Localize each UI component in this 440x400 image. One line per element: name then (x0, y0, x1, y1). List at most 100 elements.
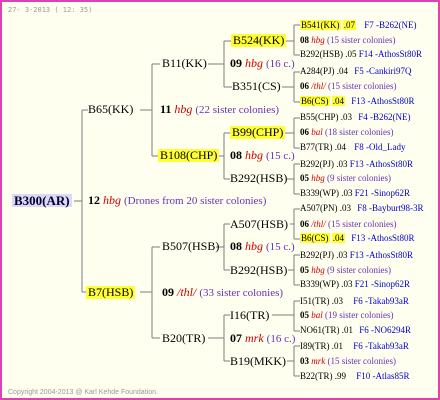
ancestor-number: .01 (331, 341, 343, 351)
ancestor-info: F21 -Sinop62R (354, 279, 411, 289)
mating-line: 06 /thl/ (15 sister colonies) (300, 218, 397, 231)
b507-mating: 08 hbg (15 c.) (230, 240, 295, 254)
sire-side-mating: 11 hbg (22 sister colonies) (160, 103, 279, 117)
ancestor-info: F5 -Cankiri97Q (354, 66, 412, 76)
mating-number: 08 (230, 239, 242, 253)
mating-line: 06 bal (18 sister colonies) (300, 126, 394, 139)
ancestor-number: .03 (340, 112, 353, 122)
b292-queen[interactable]: B292(HSB) (230, 264, 287, 277)
ancestor-name[interactable]: I51(TR) (300, 296, 330, 306)
mating-type: hbg (245, 239, 263, 253)
mating-type: bal (311, 127, 323, 137)
b11-queen[interactable]: B11(KK) (162, 57, 207, 70)
ancestor-number: .04 (331, 233, 346, 243)
mating-type: hbg (311, 265, 325, 275)
ancestor-info: F7 -B262(NE) (364, 20, 417, 30)
ancestor-line: B6(CS) .04 F13 -AthosSt80R (300, 232, 415, 245)
generated-date: 27- 3-2013 ( 12: 35) (8, 6, 93, 14)
ancestor-name[interactable]: B22(TR) (300, 371, 333, 381)
ancestor-number: .03 (336, 159, 348, 169)
mating-type: hbg (245, 148, 263, 162)
mating-line: 05 bal (19 sister colonies) (300, 309, 394, 322)
ancestor-line: B292(PJ) .03 F13 -AthosSt80R (300, 158, 413, 171)
ancestor-name[interactable]: B339(WP) (300, 279, 339, 289)
b20-mating: 07 mrk (16 c.) (230, 332, 295, 346)
ancestor-line: B292(PJ) .03 F13 -AthosSt80R (300, 249, 413, 262)
ancestor-name[interactable]: NO61(TR) (300, 325, 340, 335)
dam-queen[interactable]: B7(HSB) (86, 286, 136, 299)
b108-mating: 08 hbg (15 c.) (230, 149, 295, 163)
ancestor-name[interactable]: B292(HSB) (300, 49, 343, 59)
mating-note: (19 sister colonies) (325, 310, 394, 320)
ancestor-line: A507(PN) .03 F8 -Bayburt98-3R (300, 202, 424, 215)
mating-type: hbg (174, 102, 193, 116)
mating-type: /thl/ (311, 81, 326, 91)
dam-side-mating: 09 /thl/ (33 sister colonies) (162, 286, 283, 300)
mating-number: 05 (300, 265, 309, 275)
mating-type: /thl/ (311, 219, 326, 229)
ancestor-line: I89(TR) .01 F6 -Takab93aR (300, 340, 409, 353)
ancestor-line: B541(KK) .07 F7 -B262(NE) (300, 19, 417, 32)
mating-number: 06 (300, 219, 309, 229)
b351-queen[interactable]: B351(CS) (232, 80, 281, 93)
b524-queen[interactable]: B524(KK) (231, 34, 287, 47)
mating-number: 06 (300, 127, 309, 137)
ancestor-name[interactable]: B339(WP) (300, 188, 339, 198)
b99-queen[interactable]: B99(CHP) (230, 126, 286, 139)
mating-note: (15 sister colonies) (327, 35, 396, 45)
root-mating: 12 hbg (Drones from 20 sister colonies) (88, 194, 266, 208)
ancestor-info: F13 -AthosSt80R (349, 250, 414, 260)
ancestor-name[interactable]: I89(TR) (300, 341, 330, 351)
ancestor-info: F8 -Bayburt98-3R (357, 203, 424, 213)
b11-mating: 09 hbg (16 c.) (230, 57, 295, 71)
ancestor-line: B22(TR) .99 F10 -Atlas85R (300, 370, 410, 383)
ancestor-number: .99 (334, 371, 346, 381)
mating-line: 05 hbg (9 sister colonies) (300, 172, 391, 185)
ancestor-line: B339(WP) .03 F21 -Sinop62R (300, 187, 410, 200)
ancestor-name[interactable]: B292(PJ) (300, 159, 334, 169)
ancestor-number: .03 (341, 188, 353, 198)
mating-type: hbg (311, 35, 325, 45)
mating-number: 11 (160, 102, 172, 116)
mating-number: 05 (300, 173, 309, 183)
ancestor-name[interactable]: B6(CS) (300, 233, 330, 243)
ancestor-line: B339(WP) .03 F21 -Sinop62R (300, 278, 410, 291)
mating-note: (15 sister colonies) (327, 356, 396, 366)
mating-number: 12 (88, 193, 100, 207)
ancestor-number: .01 (341, 325, 353, 335)
mating-note: (9 sister colonies) (327, 173, 391, 183)
mating-number: 08 (230, 148, 242, 162)
mating-note: (16 c.) (266, 58, 295, 70)
ancestor-name[interactable]: B541(KK) (300, 20, 341, 30)
mating-type: mrk (245, 331, 264, 345)
mating-number: 06 (300, 81, 309, 91)
mating-type: hbg (245, 56, 263, 70)
mating-line: 03 mrk (15 sister colonies) (300, 355, 396, 368)
b507-queen[interactable]: B507(HSB) (162, 240, 219, 253)
i16-queen[interactable]: I16(TR) (230, 309, 269, 322)
root-queen[interactable]: B300(AR) (12, 194, 72, 207)
a507-queen[interactable]: A507(HSB) (230, 218, 288, 231)
ancestor-number: .03 (336, 250, 348, 260)
mating-type: mrk (311, 356, 326, 366)
mating-note: (22 sister colonies) (195, 104, 280, 116)
mating-note: (33 sister colonies) (199, 287, 284, 299)
ancestor-name[interactable]: A507(PN) (300, 203, 338, 213)
ancestor-name[interactable]: B6(CS) (300, 96, 330, 106)
mating-number: 03 (300, 356, 309, 366)
sire-queen[interactable]: B65(KK) (88, 103, 133, 116)
ancestor-info: F6 -NO6294R (359, 325, 412, 335)
b20-queen[interactable]: B20(TR) (162, 332, 205, 345)
ancestor-name[interactable]: B292(PJ) (300, 250, 334, 260)
ancestor-info: F10 -Atlas85R (356, 371, 410, 381)
b292-queen[interactable]: B292(HSB) (230, 172, 287, 185)
mating-note: (15 sister colonies) (328, 81, 397, 91)
ancestor-name[interactable]: A284(PJ) (300, 66, 335, 76)
mating-type: hbg (311, 173, 325, 183)
pedigree-panel: 27- 3-2013 ( 12: 35) Copyright 2004-2013… (0, 0, 440, 400)
ancestor-name[interactable]: B55(CHP) (300, 112, 339, 122)
b19-queen[interactable]: B19(MKK) (230, 355, 286, 368)
ancestor-name[interactable]: B77(TR) (300, 142, 333, 152)
ancestor-line: B77(TR) .04 F8 -Old_Lady (300, 141, 406, 154)
b108-queen[interactable]: B108(CHP) (158, 149, 220, 162)
